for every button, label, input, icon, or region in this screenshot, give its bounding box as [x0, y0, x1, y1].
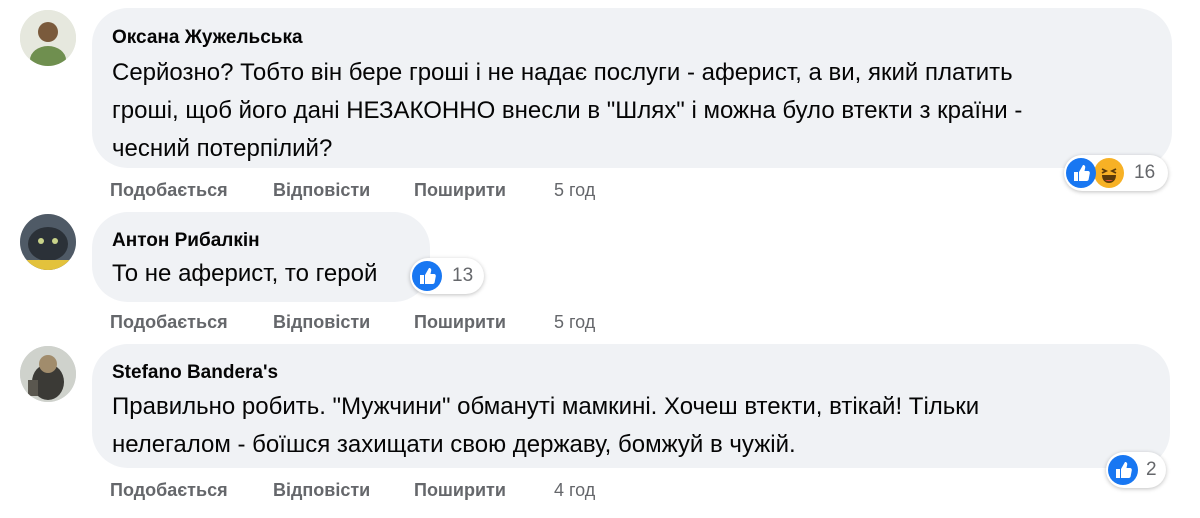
like-button[interactable]: Подобається: [110, 312, 228, 333]
comment-text-line: Правильно робить. "Мужчини" обмануті мам…: [112, 393, 980, 420]
comment-text-line: Серйозно? Тобто він бере гроші і не нада…: [112, 59, 1013, 86]
like-button[interactable]: Подобається: [110, 180, 228, 201]
share-button[interactable]: Поширити: [414, 180, 506, 201]
timestamp[interactable]: 5 год: [554, 180, 595, 201]
reaction-count: 16: [1134, 162, 1156, 183]
reaction-count: 13: [452, 265, 474, 286]
avatar-photo: [20, 346, 76, 402]
reply-button[interactable]: Відповісти: [273, 180, 370, 201]
comment-text-line: чесний потерпілий?: [112, 135, 333, 162]
reactions-summary[interactable]: 16: [1064, 155, 1168, 191]
comment-text-line: То не аферист, то герой: [112, 260, 378, 287]
comment-author[interactable]: Оксана Жужельська: [112, 27, 303, 49]
reactions-summary[interactable]: 13: [410, 258, 484, 294]
like-icon: [412, 261, 442, 291]
avatar[interactable]: [20, 10, 76, 66]
comment-text-line: гроші, щоб його дані НЕЗАКОННО внесли в …: [112, 97, 1023, 124]
share-button[interactable]: Поширити: [414, 312, 506, 333]
avatar-photo: [20, 214, 76, 270]
comment-text-line: нелегалом - боїшся захищати свою державу…: [112, 431, 796, 458]
comment-text: Правильно робить. "Мужчини" обмануті мам…: [112, 388, 1162, 464]
comment-author[interactable]: Stefano Bandera's: [112, 362, 278, 384]
avatar[interactable]: [20, 346, 76, 402]
share-button[interactable]: Поширити: [414, 480, 506, 501]
reply-button[interactable]: Відповісти: [273, 312, 370, 333]
reply-button[interactable]: Відповісти: [273, 480, 370, 501]
like-icon: [1108, 455, 1138, 485]
avatar[interactable]: [20, 214, 76, 270]
reactions-summary[interactable]: 2: [1106, 452, 1166, 488]
timestamp[interactable]: 5 год: [554, 312, 595, 333]
avatar-photo: [20, 10, 76, 66]
like-button[interactable]: Подобається: [110, 480, 228, 501]
like-icon: [1066, 158, 1096, 188]
comment-text: То не аферист, то герой: [112, 255, 432, 293]
comment-author[interactable]: Антон Рибалкін: [112, 230, 260, 252]
reaction-count: 2: [1146, 459, 1157, 480]
timestamp[interactable]: 4 год: [554, 480, 595, 501]
haha-icon: [1094, 158, 1124, 188]
comment-text: Серйозно? Тобто він бере гроші і не нада…: [112, 54, 1162, 168]
